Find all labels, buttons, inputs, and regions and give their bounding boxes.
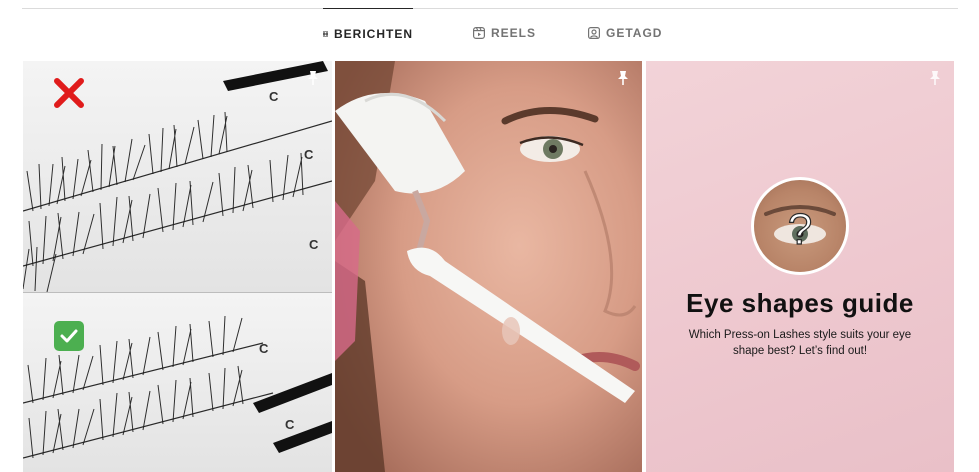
guide-title: Eye shapes guide [686, 288, 914, 318]
tab-tagged[interactable]: GETAGD [588, 8, 662, 58]
tab-tagged-label: GETAGD [606, 26, 663, 40]
eye-badge: ? [751, 177, 849, 275]
guide-subtitle: Which Press-on Lashes style suits your e… [688, 329, 912, 357]
lash-wrong-photo: C C C [23, 61, 332, 292]
question-mark: ? [788, 205, 812, 254]
posts-grid: C C C C C ? Eye shapes guide Which Press… [23, 61, 954, 472]
svg-text:C: C [309, 237, 319, 252]
pin-icon [308, 71, 318, 85]
tagged-icon [588, 27, 600, 39]
tab-posts[interactable]: BERICHTEN [323, 8, 413, 58]
svg-text:C: C [269, 89, 279, 104]
tab-reels-label: REELS [491, 26, 537, 40]
lash-strips-image: C C [23, 315, 332, 459]
profile-tabs: BERICHTEN REELS GETAGD [0, 8, 979, 58]
pin-icon [618, 71, 628, 85]
svg-text:C: C [285, 417, 295, 432]
svg-text:C: C [304, 147, 314, 162]
tab-reels[interactable]: REELS [473, 8, 536, 58]
svg-text:C: C [259, 341, 269, 356]
post-eye-shapes-guide[interactable]: ? Eye shapes guide Which Press-on Lashes… [646, 61, 954, 472]
eye-image: ? [764, 204, 836, 255]
post-lash-remover[interactable] [335, 61, 642, 472]
pin-icon [930, 71, 940, 85]
grid-icon [323, 31, 328, 36]
check-mark-icon [54, 321, 84, 351]
lash-correct-photo: C C [23, 293, 332, 472]
tab-posts-label: BERICHTEN [333, 26, 413, 41]
reels-icon [473, 27, 485, 39]
face-photo-image [335, 61, 642, 472]
post-lash-comparison[interactable]: C C C C C [23, 61, 332, 472]
cross-mark-icon [54, 78, 84, 108]
